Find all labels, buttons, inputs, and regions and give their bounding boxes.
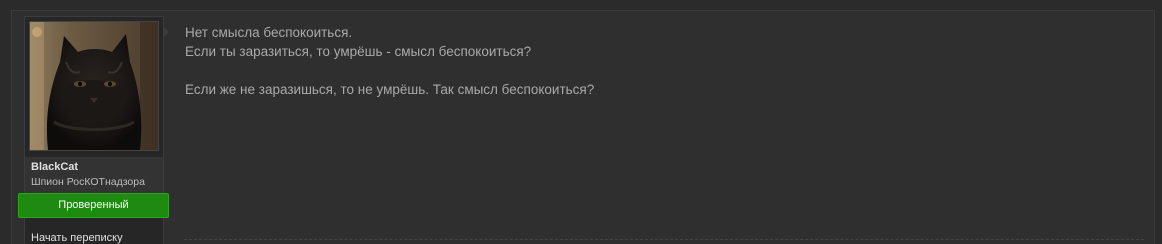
message-line: Если же не заразишься, то не умрёшь. Так… [185, 82, 595, 97]
avatar-image [30, 22, 158, 150]
start-conversation-link[interactable]: Начать переписку [31, 232, 123, 244]
forum-page: BlackCat Шпион РосКОТнадзора Проверенный… [0, 0, 1162, 244]
speech-arrow-icon [163, 26, 169, 38]
username[interactable]: BlackCat [31, 161, 78, 173]
user-info: BlackCat Шпион РосКОТнадзора [25, 157, 163, 193]
message-body: Нет смысла беспокоиться. Если ты заразит… [185, 23, 594, 99]
message-line: Нет смысла беспокоиться. [185, 25, 353, 40]
user-title: Шпион РосКОТнадзора [31, 176, 145, 188]
avatar[interactable] [29, 21, 159, 151]
verified-badge: Проверенный [18, 193, 169, 218]
message-line: Если ты заразиться, то умрёшь - смысл бе… [185, 44, 532, 59]
post-divider [184, 239, 1144, 240]
